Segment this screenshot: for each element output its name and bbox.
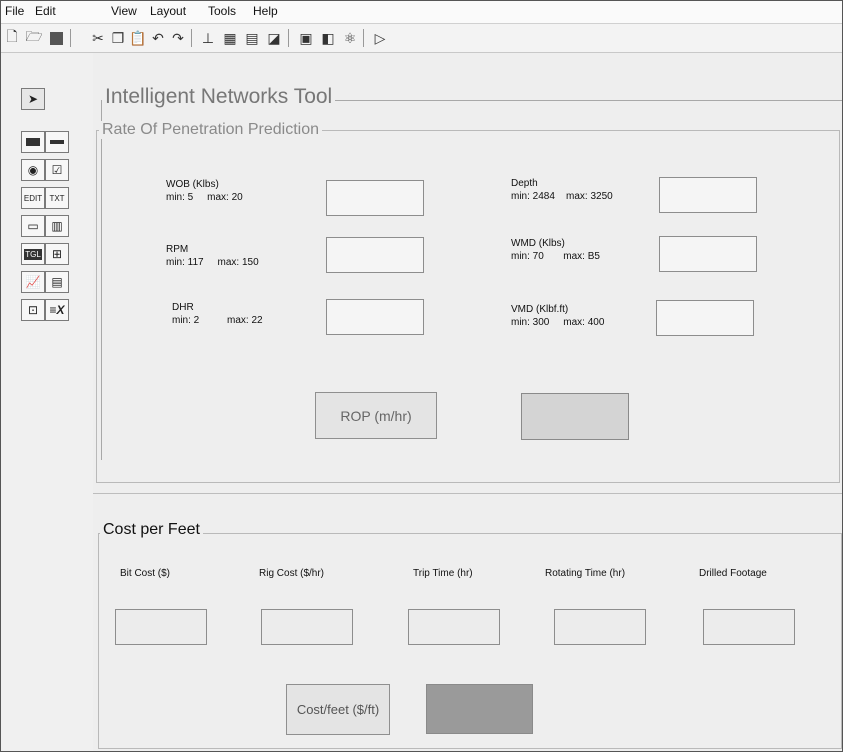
menu-editor-icon[interactable]: ◪ xyxy=(265,29,283,47)
toolbar-separator xyxy=(191,29,192,47)
bit-cost-label: Bit Cost ($) xyxy=(120,568,171,579)
button-group-icon[interactable]: ⊡ xyxy=(21,299,45,321)
depth-label: Depth min: 2484 max: 3250 xyxy=(511,178,613,202)
menu-layout[interactable]: Layout xyxy=(150,4,186,18)
object-browser-icon[interactable]: ◧ xyxy=(319,29,337,47)
activex-icon[interactable]: ≡X xyxy=(45,299,69,321)
select-arrow-icon[interactable]: ➤ xyxy=(21,88,45,110)
run-icon[interactable]: ▷ xyxy=(371,29,389,47)
listbox-icon[interactable]: ▥ xyxy=(45,215,69,237)
property-inspector-icon[interactable]: ▣ xyxy=(297,29,315,47)
toolbar-separator xyxy=(70,29,71,47)
bit-cost-input[interactable] xyxy=(115,609,207,645)
open-folder-icon[interactable]: 🗁 xyxy=(25,28,43,47)
app-window: File Edit View Layout Tools Help 🗋 🗁 ✂ ❐… xyxy=(0,0,843,752)
rotating-time-label: Rotating Time (hr) xyxy=(545,568,626,579)
menu-bar: File Edit View Layout Tools Help xyxy=(1,1,842,24)
rop-panel-title: Rate Of Penetration Prediction xyxy=(99,121,323,139)
rpm-label: RPM min: 117 max: 150 xyxy=(166,244,259,268)
push-button-icon[interactable] xyxy=(21,131,45,153)
dhr-label: DHR min: 2 max: 22 xyxy=(172,302,263,326)
wmd-label: WMD (Klbs) min: 70 max: B5 xyxy=(511,238,600,262)
rotating-time-input[interactable] xyxy=(554,609,646,645)
design-canvas: Intelligent Networks Tool Rate Of Penetr… xyxy=(93,53,842,751)
redo-icon[interactable]: ↷ xyxy=(169,29,187,47)
editor-icon[interactable]: ▦ xyxy=(221,29,239,47)
trip-time-label: Trip Time (hr) xyxy=(413,568,473,579)
axes-icon[interactable]: 📈 xyxy=(21,271,45,293)
static-text-icon[interactable]: TXT xyxy=(45,187,69,209)
rpm-input[interactable] xyxy=(326,237,424,273)
wob-label: WOB (Klbs) min: 5 max: 20 xyxy=(166,179,243,203)
toolbar: 🗋 🗁 ✂ ❐ 📋 ↶ ↷ ⊥ ▦ ▤ ◪ ▣ ◧ ⚛ ▷ xyxy=(1,24,842,53)
menu-file[interactable]: File xyxy=(5,4,24,18)
wob-input[interactable] xyxy=(326,180,424,216)
toggle-button-icon[interactable]: TGL xyxy=(21,243,45,265)
drilled-footage-input[interactable] xyxy=(703,609,795,645)
checkbox-icon[interactable]: ☑ xyxy=(45,159,69,181)
tab-order-icon[interactable]: ▤ xyxy=(243,29,261,47)
paste-icon[interactable]: 📋 xyxy=(129,29,147,47)
rop-button[interactable]: ROP (m/hr) xyxy=(315,392,437,439)
vmd-input[interactable] xyxy=(656,300,754,336)
vmd-label: VMD (Klbf.ft) min: 300 max: 400 xyxy=(511,304,605,328)
new-file-icon[interactable]: 🗋 xyxy=(3,28,21,47)
app-title: Intelligent Networks Tool xyxy=(102,85,336,109)
popup-menu-icon[interactable]: ▭ xyxy=(21,215,45,237)
edit-text-icon[interactable]: EDIT xyxy=(21,187,45,209)
trip-time-input[interactable] xyxy=(408,609,500,645)
menu-tools[interactable]: Tools xyxy=(208,4,236,18)
undo-icon[interactable]: ↶ xyxy=(149,29,167,47)
panel-icon[interactable]: ▤ xyxy=(45,271,69,293)
wmd-input[interactable] xyxy=(659,236,757,272)
table-icon[interactable]: ⊞ xyxy=(45,243,69,265)
component-palette: ➤ ◉ ☑ EDIT TXT ▭ ▥ TGL ⊞ 📈 ▤ ⊡ ≡X xyxy=(1,53,94,751)
dhr-input[interactable] xyxy=(326,299,424,335)
align-icon[interactable]: ⊥ xyxy=(199,29,217,47)
copy-icon[interactable]: ❐ xyxy=(109,29,127,47)
menu-edit[interactable]: Edit xyxy=(35,4,56,18)
m-file-icon[interactable]: ⚛ xyxy=(341,29,359,47)
panel-separator xyxy=(93,493,842,494)
cost-per-feet-button[interactable]: Cost/feet ($/ft) xyxy=(286,684,390,735)
rop-output xyxy=(521,393,629,440)
cost-per-feet-output xyxy=(426,684,533,734)
toolbar-separator xyxy=(288,29,289,47)
cost-panel-title: Cost per Feet xyxy=(100,521,203,539)
menu-view[interactable]: View xyxy=(111,4,137,18)
radio-button-icon[interactable]: ◉ xyxy=(21,159,45,181)
cut-icon[interactable]: ✂ xyxy=(89,29,107,47)
menu-help[interactable]: Help xyxy=(253,4,278,18)
rig-cost-label: Rig Cost ($/hr) xyxy=(259,568,325,579)
save-icon[interactable] xyxy=(47,29,65,47)
toolbar-separator xyxy=(363,29,364,47)
drilled-footage-label: Drilled Footage xyxy=(699,568,767,579)
depth-input[interactable] xyxy=(659,177,757,213)
rig-cost-input[interactable] xyxy=(261,609,353,645)
slider-icon[interactable] xyxy=(45,131,69,153)
